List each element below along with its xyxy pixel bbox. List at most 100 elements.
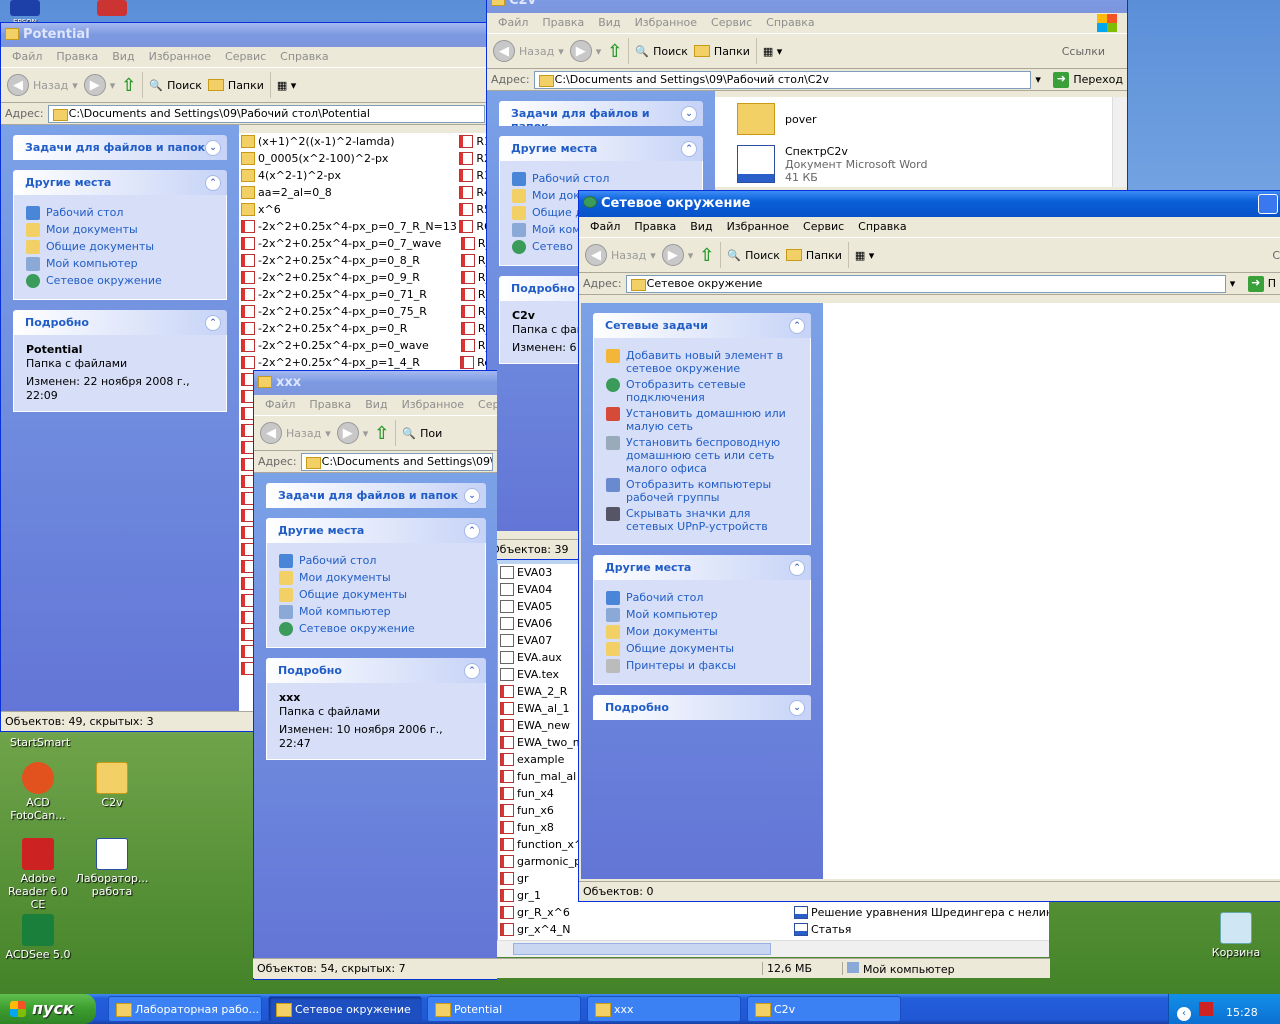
start-button[interactable]: пуск [0, 994, 96, 1024]
links-label[interactable]: Ссылки [1062, 45, 1105, 58]
taskbar-item-potential[interactable]: Potential [427, 996, 581, 1022]
menu-help[interactable]: Справка [273, 49, 335, 65]
go-button[interactable]: ➜ П [1247, 275, 1276, 292]
minimize-button[interactable] [1258, 194, 1278, 214]
place-network[interactable]: Сетевое окружение [26, 274, 214, 288]
place-my-computer[interactable]: Мой компьютер [606, 608, 798, 622]
place-desktop[interactable]: Рабочий стол [26, 206, 214, 220]
desktop-icon-c2v[interactable]: C2v [74, 762, 150, 809]
window-xxx[interactable]: xxx ФайлПравкаВидИзбранноеСер ◀Назад ▾ ▶… [253, 370, 497, 980]
task-add-network-place[interactable]: Добавить новый элемент в сетевое окружен… [606, 349, 798, 375]
horizontal-scrollbar[interactable] [497, 940, 1049, 957]
list-item[interactable]: -2x^2+0.25x^4-px_p=0_7_wave R_ [239, 235, 489, 252]
folder-item-pover[interactable]: pover [737, 103, 817, 135]
folders-button[interactable]: Папки [785, 249, 842, 262]
place-my-computer[interactable]: Мой компьютер [26, 257, 214, 271]
menu-help[interactable]: Справка [759, 15, 821, 31]
titlebar[interactable]: Potential [1, 23, 489, 47]
panel-file-tasks[interactable]: Задачи для файлов и папок⌄ [499, 101, 703, 126]
list-item[interactable]: -2x^2+0.25x^4-px_p=0_9_R R_ [239, 269, 489, 286]
forward-button[interactable]: ▶ ▾ [661, 244, 693, 266]
vertical-scrollbar[interactable] [1112, 97, 1127, 187]
menu-edit[interactable]: Правка [627, 219, 683, 235]
search-button[interactable]: 🔍 Поиск [635, 45, 688, 58]
tray-arrow-icon[interactable]: ‹ [1177, 1007, 1191, 1021]
place-network[interactable]: Сетевое окружение [279, 622, 473, 636]
menu-edit[interactable]: Правка [302, 397, 358, 413]
list-item[interactable]: -2x^2+0.25x^4-px_p=0_wave R_ [239, 337, 489, 354]
desktop-icon-acd-fotocanvas[interactable]: ACD FotoCan... [0, 762, 76, 822]
chevron-up-icon[interactable]: ⌃ [464, 663, 480, 679]
chevron-down-icon[interactable]: ⌄ [205, 140, 221, 156]
place-shared-documents[interactable]: Общие документы [606, 642, 798, 656]
menu-view[interactable]: Вид [358, 397, 394, 413]
folders-button[interactable]: Папки [207, 79, 264, 92]
chevron-up-icon[interactable]: ⌃ [789, 560, 805, 576]
list-item[interactable]: -2x^2+0.25x^4-px_p=0_7_R_N=132 R6 [239, 218, 489, 235]
menu-file[interactable]: Файл [258, 397, 302, 413]
task-show-workgroup[interactable]: Отобразить компьютеры рабочей группы [606, 478, 798, 504]
address-dropdown[interactable]: ▾ [1230, 277, 1244, 290]
search-button[interactable]: 🔍 Поиск [149, 79, 202, 92]
desktop-icon-acdsee[interactable]: ACDSee 5.0 [0, 914, 76, 961]
titlebar[interactable]: Сетевое окружение [579, 191, 1280, 217]
address-input[interactable]: Сетевое окружение [625, 274, 1226, 293]
chevron-up-icon[interactable]: ⌃ [205, 175, 221, 191]
desktop-icon-adobe-reader[interactable]: Adobe Reader 6.0 CE [0, 838, 76, 911]
titlebar[interactable]: C2v [487, 0, 1127, 13]
back-button[interactable]: ◀ Назад ▾ [260, 422, 331, 444]
place-my-documents[interactable]: Мои документы [279, 571, 473, 585]
menu-file[interactable]: Файл [491, 15, 535, 31]
chevron-down-icon[interactable]: ⌄ [464, 488, 480, 504]
list-item[interactable]: Статья [792, 921, 1049, 938]
menu-favorites[interactable]: Избранное [720, 219, 796, 235]
place-shared-documents[interactable]: Общие документы [26, 240, 214, 254]
titlebar[interactable]: xxx [254, 371, 497, 395]
menu-file[interactable]: Файл [583, 219, 627, 235]
desktop-icon-recycle-bin[interactable]: Корзина [1198, 912, 1274, 959]
menu-tools[interactable]: Сервис [796, 219, 851, 235]
window-network[interactable]: Сетевое окружение Файл Правка Вид Избранное… [578, 190, 1280, 902]
back-button[interactable]: ◀ Назад ▾ [493, 40, 564, 62]
scroll-thumb[interactable] [513, 943, 771, 955]
chevron-up-icon[interactable]: ⌃ [205, 315, 221, 331]
chevron-up-icon[interactable]: ⌃ [464, 523, 480, 539]
place-desktop[interactable]: Рабочий стол [606, 591, 798, 605]
back-button[interactable]: ◀ Назад ▾ [585, 244, 656, 266]
taskbar-item-lab-work[interactable]: Лабораторная рабо... [108, 996, 262, 1022]
menu-view[interactable]: Вид [683, 219, 719, 235]
place-my-documents[interactable]: Мои документы [606, 625, 798, 639]
chevron-up-icon[interactable]: ⌃ [681, 141, 697, 157]
doc-item-spektr[interactable]: СпектрC2v Документ Microsoft Word 41 КБ [737, 145, 927, 184]
list-item[interactable]: -2x^2+0.25x^4-px_p=0_71_R R_ [239, 286, 489, 303]
menu-help[interactable]: Справка [851, 219, 913, 235]
forward-button[interactable]: ▶ ▾ [569, 40, 601, 62]
taskbar-item-network[interactable]: Сетевое окружение [268, 996, 422, 1022]
task-setup-wireless[interactable]: Установить беспроводную домашнюю сеть ил… [606, 436, 798, 475]
up-folder-icon[interactable]: ⇧ [121, 75, 136, 96]
list-item[interactable]: (x+1)^2((x-1)^2-lamda) R1 [239, 133, 489, 150]
address-input[interactable]: C:\Documents and Settings\09\Рабочий сто… [47, 104, 485, 123]
menu-file[interactable]: Файл [5, 49, 49, 65]
list-item[interactable]: -2x^2+0.25x^4-px_p=0_8_R R_ [239, 252, 489, 269]
forward-button[interactable]: ▶ ▾ [83, 74, 115, 96]
list-item[interactable]: 4(x^2-1)^2-px R3 [239, 167, 489, 184]
desktop-icon-unknown[interactable] [92, 0, 132, 18]
up-folder-icon[interactable]: ⇧ [374, 423, 389, 444]
task-show-connections[interactable]: Отобразить сетевые подключения [606, 378, 798, 404]
place-my-documents[interactable]: Мои документы [26, 223, 214, 237]
back-button[interactable]: ◀ Назад ▾ [7, 74, 78, 96]
menu-edit[interactable]: Правка [535, 15, 591, 31]
views-button[interactable]: ▦ ▾ [855, 249, 874, 262]
search-button[interactable]: 🔍 Пои [402, 427, 442, 440]
chevron-down-icon[interactable]: ⌄ [789, 700, 805, 716]
place-shared-documents[interactable]: Общие документы [279, 588, 473, 602]
list-item[interactable]: -2x^2+0.25x^4-px_p=0_R R_ [239, 320, 489, 337]
place-desktop[interactable]: Рабочий стол [512, 172, 690, 186]
search-button[interactable]: 🔍 Поиск [727, 249, 780, 262]
list-item[interactable]: -2x^2+0.25x^4-px_p=1_4_R Re [239, 354, 489, 371]
list-item[interactable]: aa=2_al=0_8 R4 [239, 184, 489, 201]
menu-edit[interactable]: Правка [49, 49, 105, 65]
chevron-down-icon[interactable]: ⌄ [681, 106, 697, 122]
address-input[interactable]: C:\Documents and Settings\09\Рабочий сто… [533, 70, 1032, 89]
